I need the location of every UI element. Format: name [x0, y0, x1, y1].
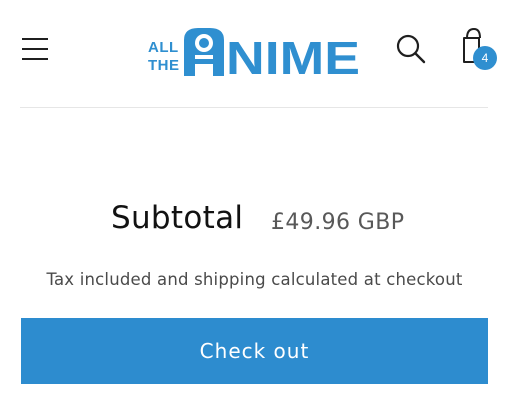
logo-text-all: ALL — [148, 39, 179, 56]
tax-shipping-note: Tax included and shipping calculated at … — [46, 270, 463, 289]
header-divider — [20, 107, 488, 108]
cart-page: ALL THE NIME 4 Subtotal £49.96 GBP Tax i… — [0, 0, 509, 400]
menu-button[interactable] — [20, 35, 50, 63]
hamburger-menu-icon — [22, 38, 48, 40]
search-button[interactable] — [394, 32, 428, 66]
subtotal-label: Subtotal — [111, 200, 244, 236]
subtotal-row: Subtotal £49.96 GBP — [0, 196, 509, 246]
site-header: ALL THE NIME 4 — [0, 0, 509, 108]
logo-text-nime: NIME — [226, 32, 360, 78]
site-logo[interactable]: ALL THE NIME — [146, 26, 364, 78]
subtotal-value: £49.96 GBP — [271, 210, 405, 235]
logo-text-the: THE — [148, 57, 180, 74]
search-icon — [396, 34, 426, 64]
cart-count-badge: 4 — [473, 46, 497, 70]
logo-a-eye-icon — [184, 28, 224, 76]
hamburger-line — [22, 58, 48, 60]
hamburger-line — [22, 48, 48, 50]
cart-button[interactable]: 4 — [455, 26, 501, 72]
logo-graphic: ALL THE NIME — [148, 28, 360, 78]
checkout-button[interactable]: Check out — [21, 318, 488, 384]
